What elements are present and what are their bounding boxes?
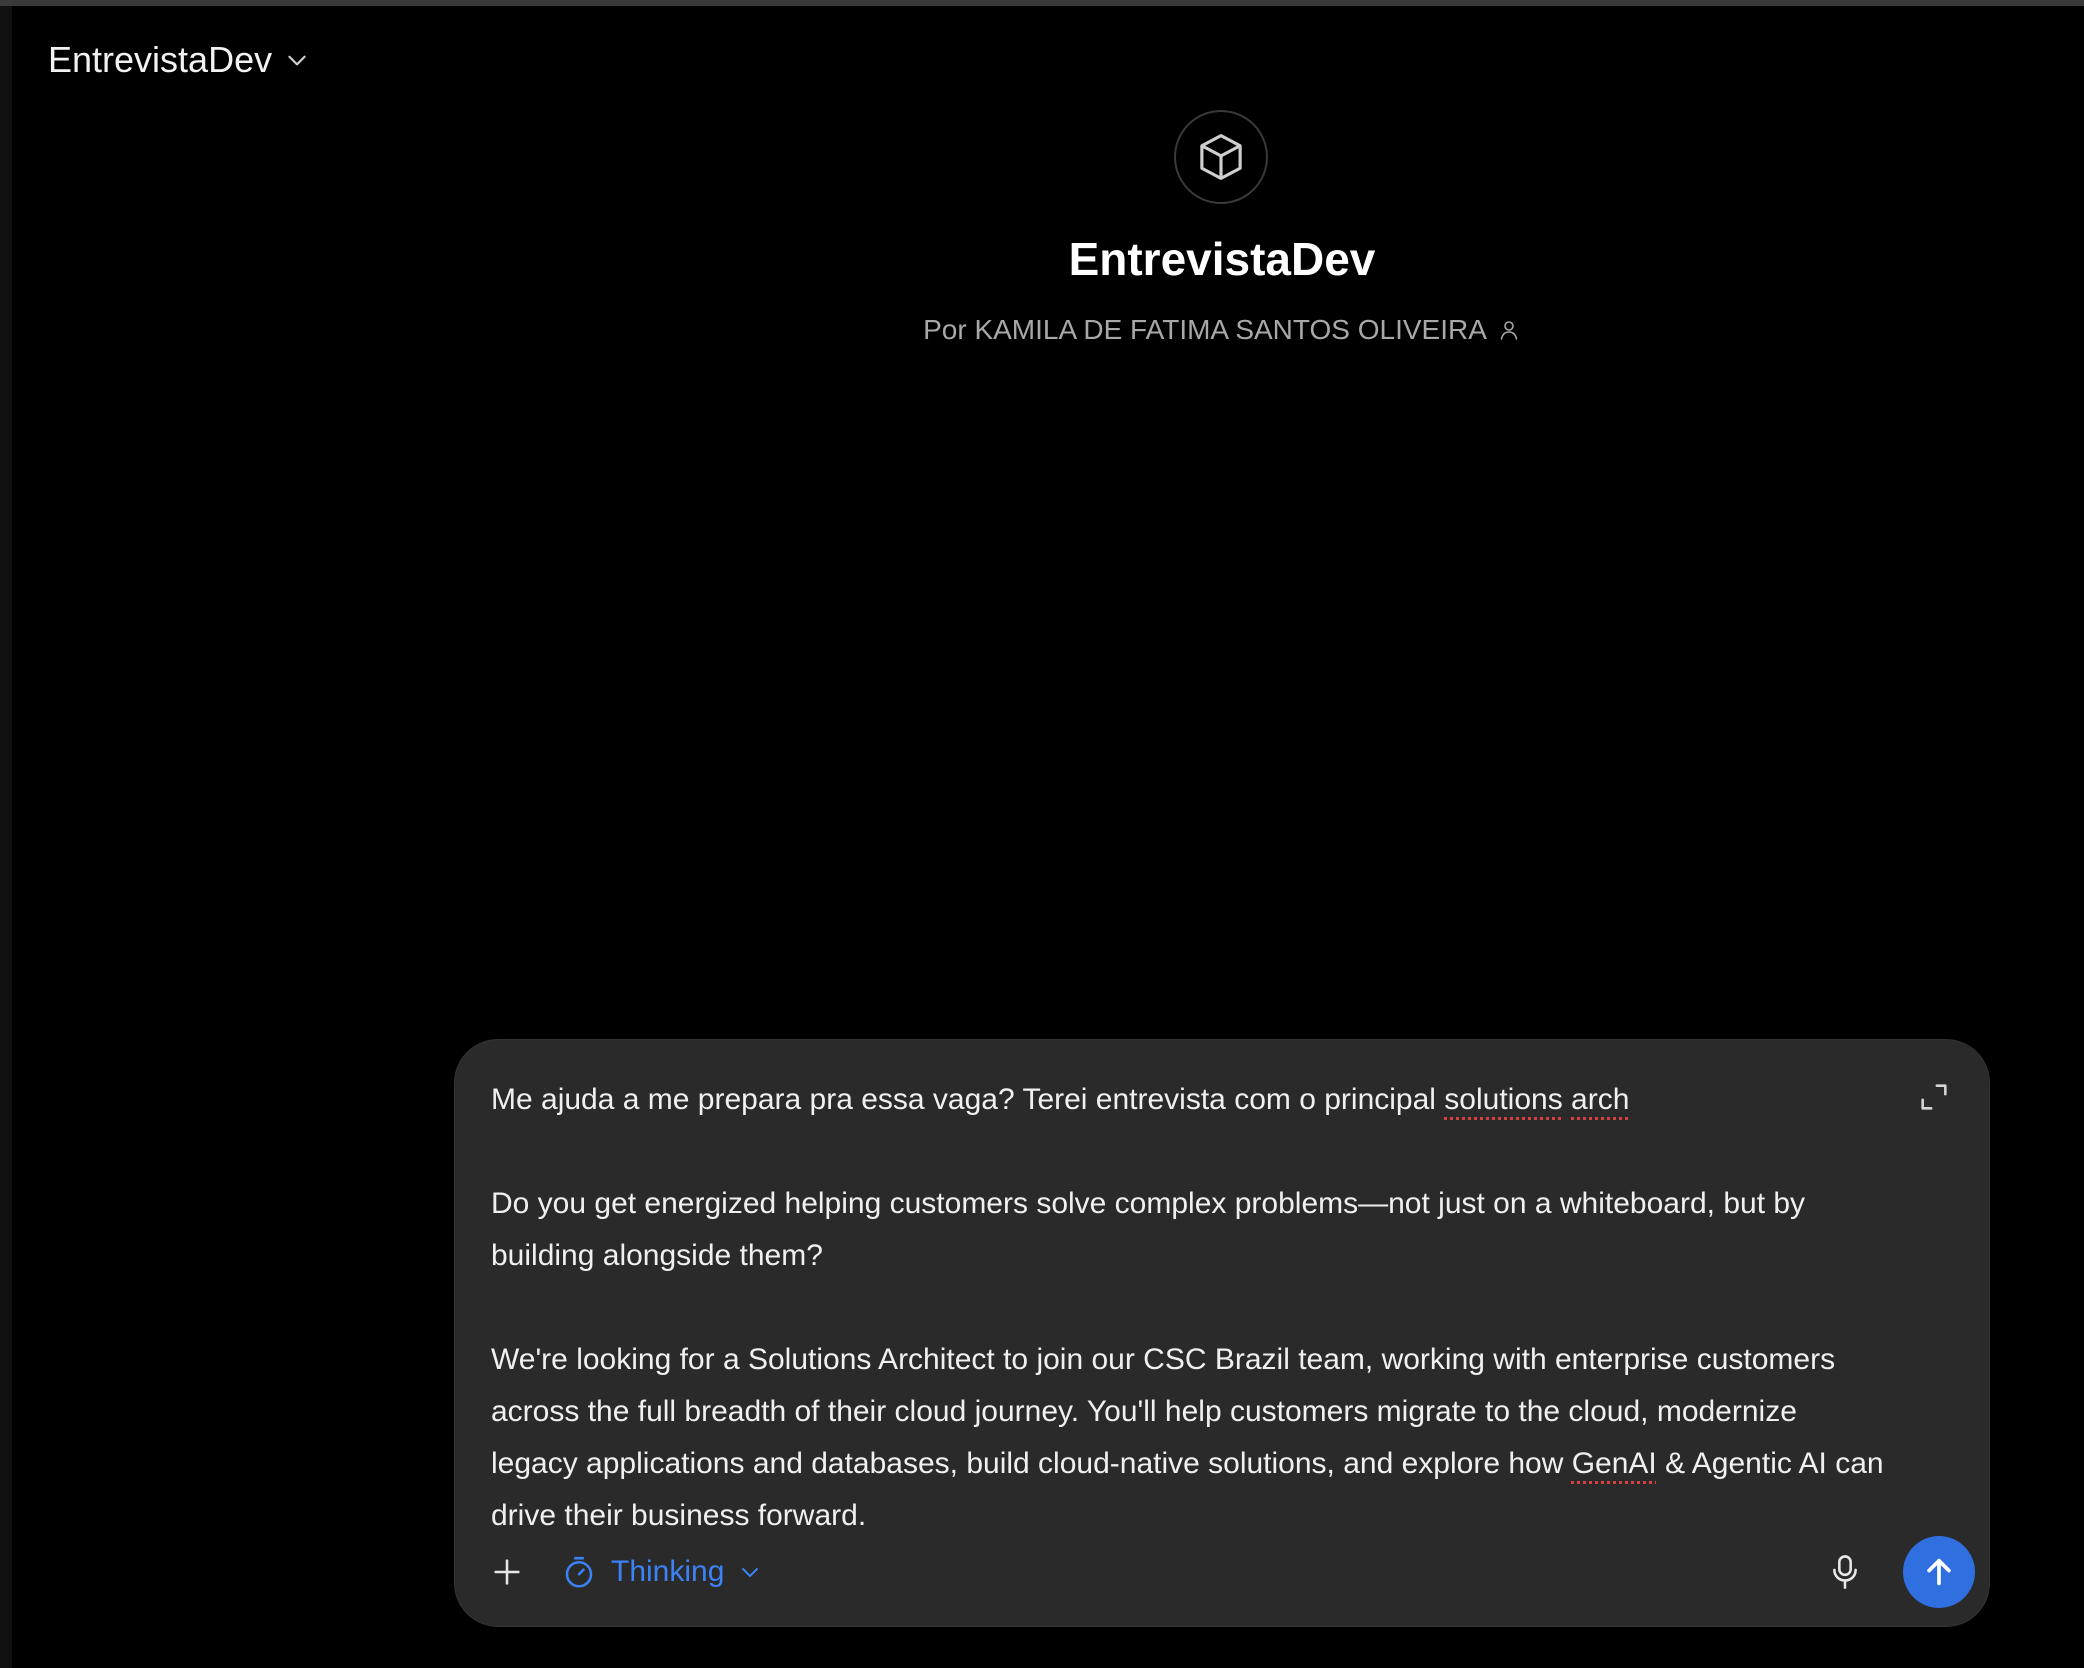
composer-paragraph-3: We're looking for a Solutions Architect … <box>491 1343 1884 1532</box>
voice-input-button[interactable] <box>1821 1548 1869 1596</box>
gpt-author-line: Por KAMILA DE FATIMA SANTOS OLIVEIRA <box>0 314 2084 346</box>
gpt-avatar <box>1174 110 1268 204</box>
thinking-mode-button[interactable]: Thinking <box>561 1554 762 1590</box>
model-picker-label: EntrevistaDev <box>48 39 273 80</box>
timer-icon <box>565 1556 593 1588</box>
gpt-title: EntrevistaDev <box>1068 233 1376 285</box>
send-button[interactable] <box>1903 1536 1975 1608</box>
message-composer[interactable]: Me ajuda a me prepara pra essa vaga? Ter… <box>454 1039 1990 1627</box>
expand-icon <box>1921 1084 1947 1110</box>
model-picker[interactable]: EntrevistaDev <box>48 36 310 84</box>
composer-line-1: Me ajuda a me prepara pra essa vaga? Ter… <box>491 1083 1630 1116</box>
person-icon <box>1500 321 1518 340</box>
window-top-border <box>0 0 2084 6</box>
composer-paragraph-2: Do you get energized helping customers s… <box>491 1187 1806 1272</box>
composer-textarea[interactable]: Me ajuda a me prepara pra essa vaga? Ter… <box>491 1074 1891 1560</box>
chevron-down-icon <box>742 1568 759 1577</box>
plus-icon <box>494 1559 520 1585</box>
chevron-down-icon <box>288 55 306 66</box>
expand-composer-button[interactable] <box>1917 1080 1951 1114</box>
gpt-author: Por KAMILA DE FATIMA SANTOS OLIVEIRA <box>923 314 1487 345</box>
microphone-icon <box>1833 1555 1857 1589</box>
thinking-label: Thinking <box>611 1555 725 1588</box>
cube-icon <box>1200 134 1242 180</box>
arrow-up-icon <box>1927 1558 1951 1586</box>
add-attachment-button[interactable] <box>483 1548 531 1596</box>
composer-toolbar: Thinking <box>483 1536 1975 1608</box>
